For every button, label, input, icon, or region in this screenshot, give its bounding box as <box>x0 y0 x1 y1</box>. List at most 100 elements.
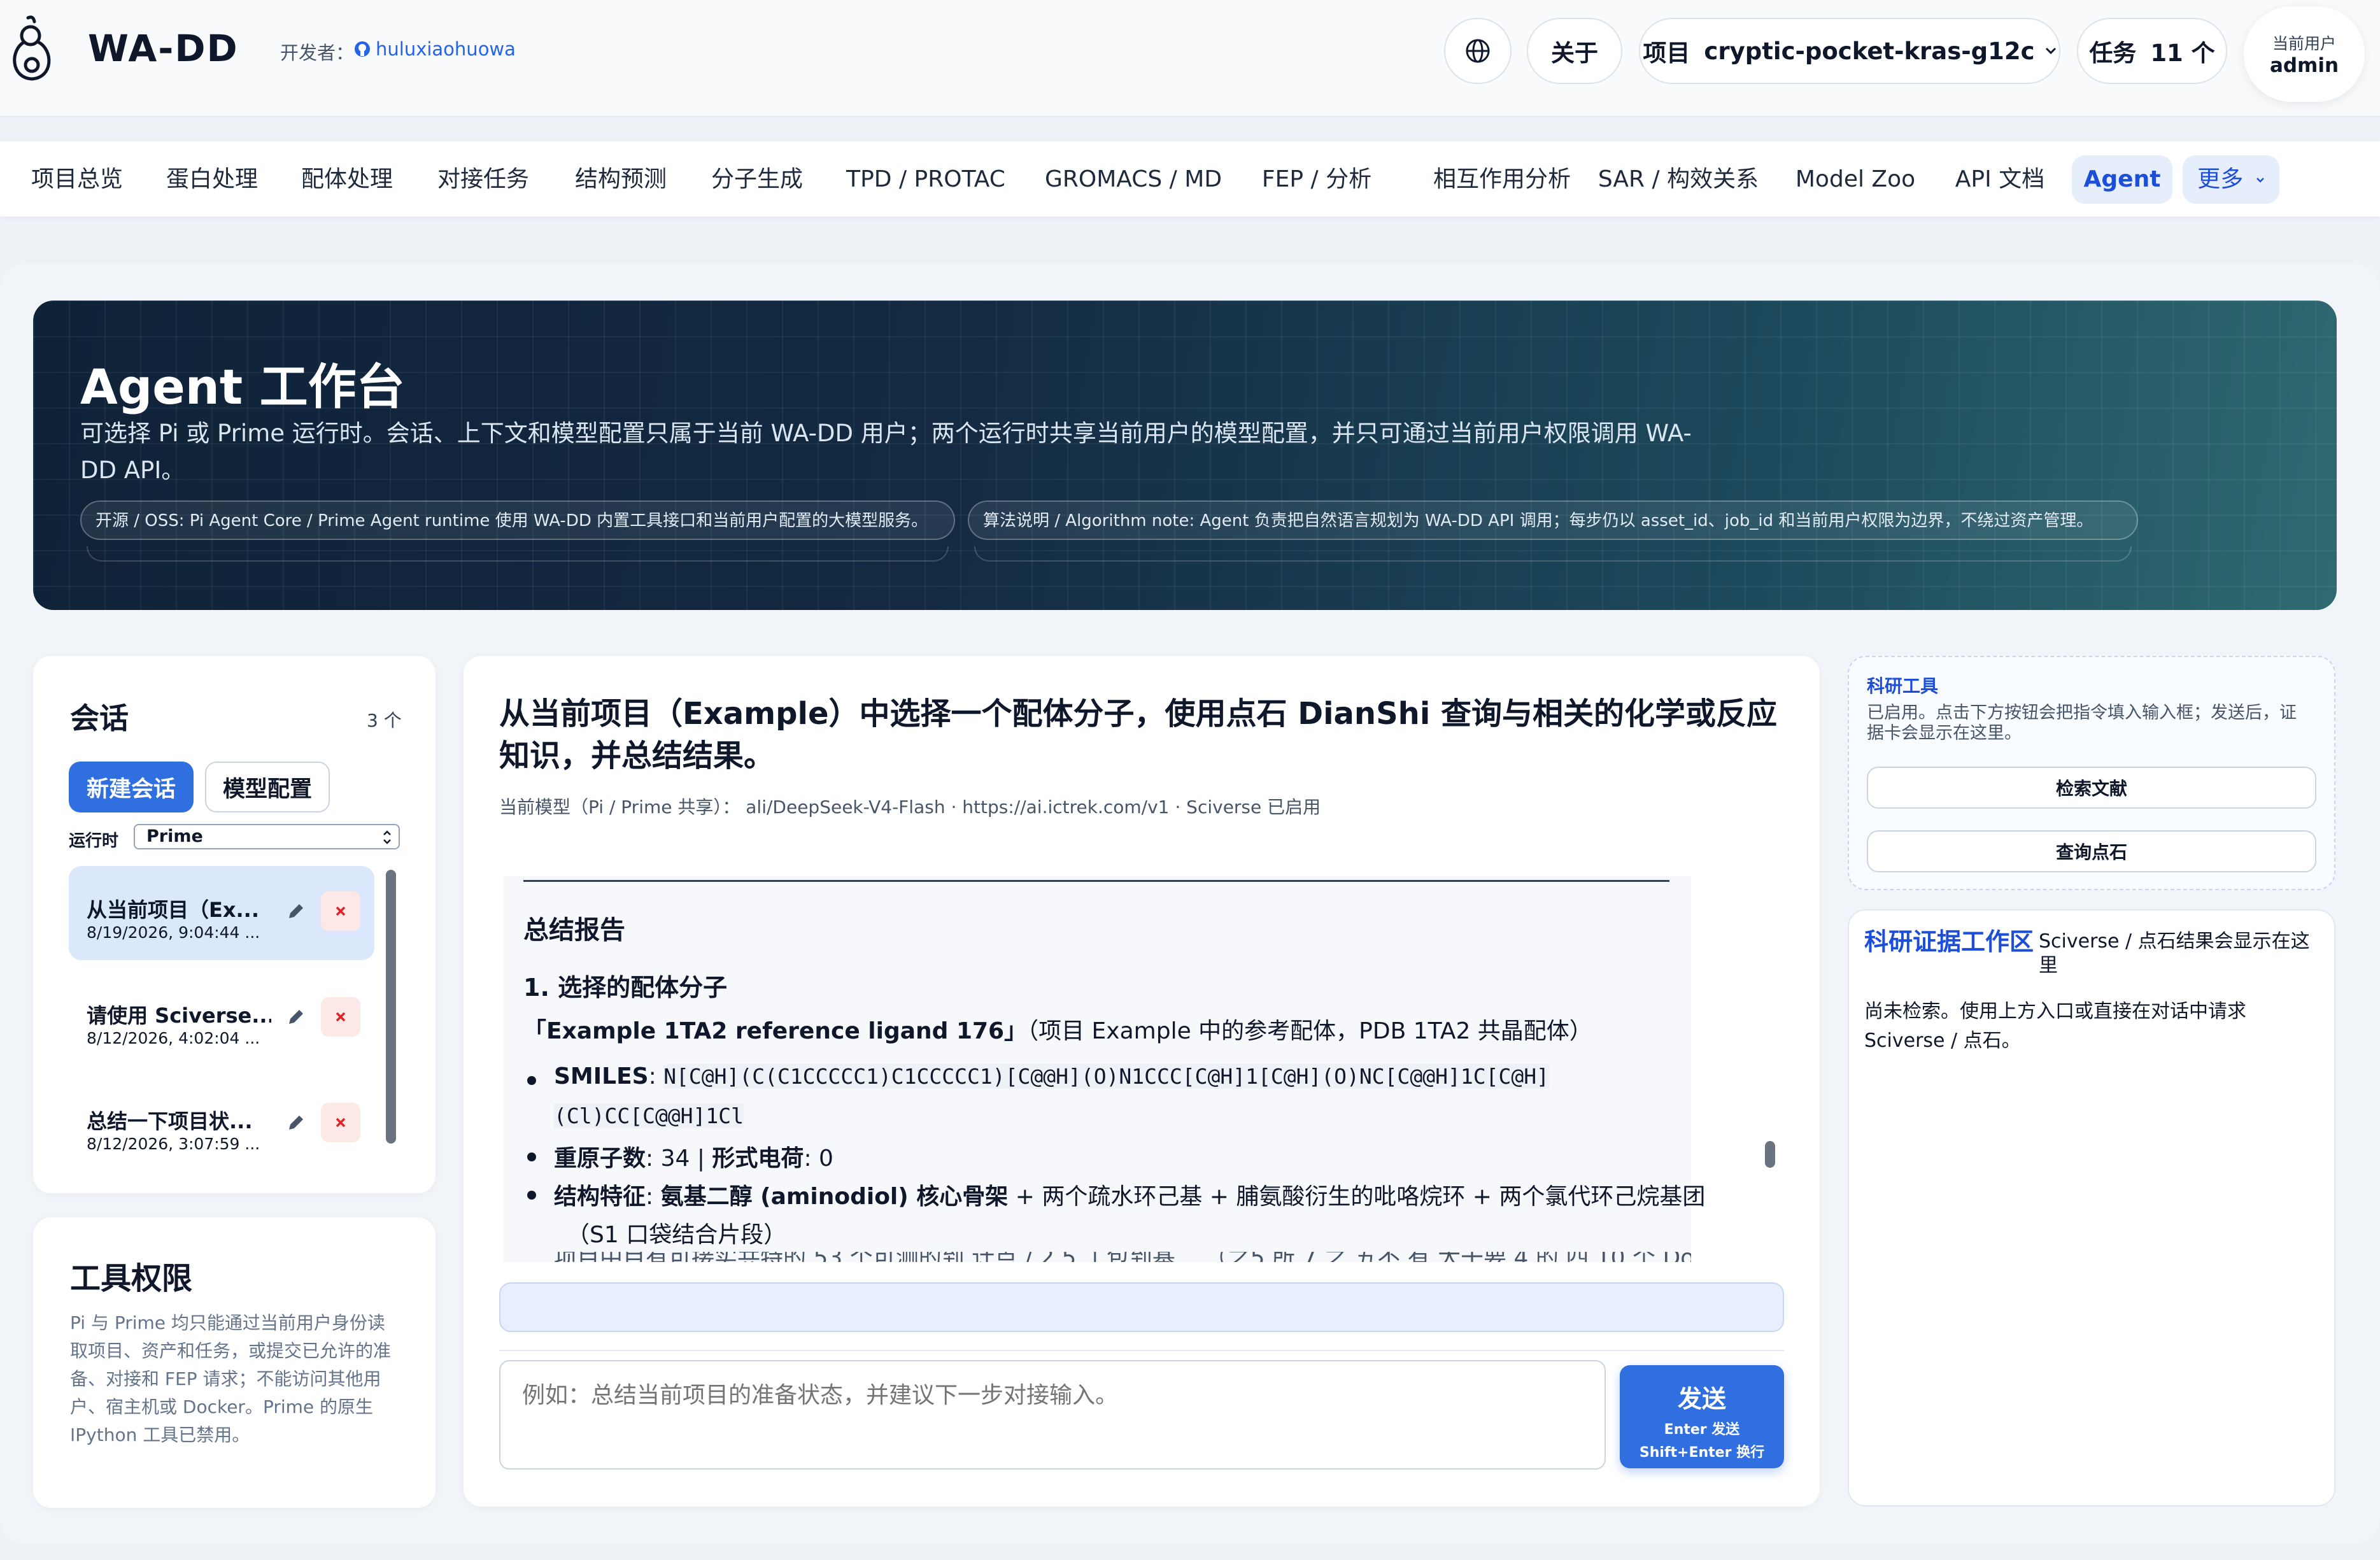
close-icon <box>334 905 347 918</box>
bullet <box>527 1191 536 1200</box>
search-literature-button[interactable]: 检索文献 <box>1867 767 2316 809</box>
brand-logo[interactable]: WA-DD <box>88 27 260 71</box>
bullet <box>527 1076 536 1085</box>
pencil-icon[interactable] <box>283 1110 308 1136</box>
query-dianshi-button[interactable]: 查询点石 <box>1867 830 2316 872</box>
feature-line-cont: （S1 口袋结合片段） <box>567 1222 787 1248</box>
nav-item-gromacs-md[interactable]: GROMACS / MD <box>1043 155 1224 204</box>
project-label: 项目 <box>1643 39 1690 67</box>
nav-item-model-zoo[interactable]: Model Zoo <box>1793 155 1918 204</box>
oss-note-chip: 开源 / OSS: Pi Agent Core / Prime Agent ru… <box>80 500 955 540</box>
session-item[interactable]: 总结一下项目状... 8/12/2026, 3:07:59 ... <box>69 1077 374 1160</box>
session-date: 8/12/2026, 4:02:04 ... <box>87 1029 260 1047</box>
new-session-button[interactable]: 新建会话 <box>69 762 194 812</box>
select-updown-icon <box>382 829 392 846</box>
github-icon <box>354 41 371 57</box>
chevron-down-icon <box>2256 177 2265 183</box>
page-title: Agent 工作台 <box>80 358 405 415</box>
bullet <box>527 1152 536 1161</box>
session-item[interactable]: 请使用 Sciverse... 8/12/2026, 4:02:04 ... <box>69 972 374 1066</box>
runtime-select[interactable]: Prime <box>134 824 400 849</box>
report-section-title: 1. 选择的配体分子 <box>523 974 728 1002</box>
tasks-count: 11 个 <box>2150 39 2215 67</box>
nav-item-tpd-protac[interactable]: TPD / PROTAC <box>844 155 1007 204</box>
globe-icon <box>1464 38 1491 64</box>
svg-text:WA-DD: WA-DD <box>88 27 239 70</box>
gourd-logo-icon[interactable] <box>6 14 59 84</box>
pencil-icon[interactable] <box>283 899 308 925</box>
send-label: 发送 <box>1677 1385 1726 1413</box>
status-bar <box>499 1282 1784 1332</box>
research-tools-title: 科研工具 <box>1867 676 1939 697</box>
model-config-button[interactable]: 模型配置 <box>205 762 330 812</box>
nav-item-docking[interactable]: 对接任务 <box>434 155 532 204</box>
language-button[interactable] <box>1444 18 1512 84</box>
delete-session-button[interactable] <box>321 997 360 1037</box>
nav-item-agent[interactable]: Agent <box>2072 155 2172 204</box>
user-label: 当前用户 <box>2272 34 2336 53</box>
ligand-line: 「Example 1TA2 reference ligand 176」（项目 E… <box>523 1018 1592 1044</box>
nav-item-api-docs[interactable]: API 文档 <box>1952 155 2048 204</box>
composer-divider <box>499 1350 1784 1351</box>
smiles-line-cont: (Cl)CC[C@@H]1Cl <box>554 1103 744 1128</box>
current-user-chip[interactable]: 当前用户 admin <box>2244 6 2365 102</box>
atoms-line: 重原子数: 34 | 形式电荷: 0 <box>554 1145 833 1172</box>
about-button[interactable]: 关于 <box>1527 18 1622 84</box>
evidence-note: Sciverse / 点石结果会显示在这里 <box>2039 930 2310 977</box>
chat-title: 从当前项目（Example）中选择一个配体分子，使用点石 DianShi 查询与… <box>499 696 1778 774</box>
report-divider <box>523 880 1669 882</box>
nav-item-ligand[interactable]: 配体处理 <box>298 155 396 204</box>
developer-label: 开发者： <box>280 42 355 64</box>
send-button[interactable]: 发送 Enter 发送 Shift+Enter 换行 <box>1620 1365 1784 1468</box>
session-item[interactable]: 从当前项目（Ex... 8/19/2026, 9:04:44 ... <box>69 866 374 960</box>
hero-description: 可选择 Pi 或 Prime 运行时。会话、上下文和模型配置只属于当前 WA-D… <box>80 420 1692 484</box>
runtime-label: 运行时 <box>69 832 119 851</box>
send-hint-enter: Enter 发送 <box>1664 1422 1740 1438</box>
delete-session-button[interactable] <box>321 891 360 931</box>
nav-item-sar[interactable]: SAR / 构效关系 <box>1593 155 1764 204</box>
model-info: 当前模型（Pi / Prime 共享）： ali/DeepSeek-V4-Fla… <box>499 797 1321 818</box>
nav-item-fep-analysis[interactable]: FEP / 分析 <box>1259 155 1374 204</box>
pencil-icon[interactable] <box>283 1005 308 1030</box>
session-date: 8/12/2026, 3:07:59 ... <box>87 1135 260 1153</box>
algorithm-note-chip-edge <box>974 546 2132 562</box>
nav-item-protein[interactable]: 蛋白处理 <box>163 155 261 204</box>
smiles-line: SMILES: N[C@H](C(C1CCCCC1)C1CCCCC1)[C@@H… <box>554 1063 1549 1089</box>
tasks-label: 任务 <box>2089 39 2137 67</box>
nav-item-overview[interactable]: 项目总览 <box>28 155 126 204</box>
project-selector[interactable]: 项目 cryptic-pocket-kras-g12c <box>1639 18 2060 84</box>
close-icon <box>334 1010 347 1023</box>
sessions-count: 3 个 <box>367 710 402 731</box>
chevron-down-icon <box>2045 47 2057 55</box>
delete-session-button[interactable] <box>321 1103 360 1142</box>
message-scrollbar[interactable] <box>1765 1141 1775 1168</box>
runtime-value: Prime <box>146 826 203 846</box>
nav-item-molecule-generation[interactable]: 分子生成 <box>708 155 806 204</box>
nav-item-interaction-analysis[interactable]: 相互作用分析 <box>1408 155 1596 204</box>
user-name: admin <box>2269 54 2339 77</box>
nav-item-structure-prediction[interactable]: 结构预测 <box>572 155 670 204</box>
tool-permissions-body: Pi 与 Prime 均只能通过当前用户身份读取项目、资产和任务，或提交已允许的… <box>70 1312 392 1445</box>
session-title: 从当前项目（Ex... <box>87 898 259 922</box>
tool-permissions-title: 工具权限 <box>70 1261 193 1296</box>
session-date: 8/19/2026, 9:04:44 ... <box>87 923 260 942</box>
close-icon <box>334 1116 347 1129</box>
sessions-title: 会话 <box>70 701 129 735</box>
developer-name: huluxiaohuowa <box>376 38 516 60</box>
send-hint-shift-enter: Shift+Enter 换行 <box>1639 1445 1765 1461</box>
project-name: cryptic-pocket-kras-g12c <box>1704 37 2035 65</box>
message-input[interactable] <box>499 1360 1606 1470</box>
oss-note-chip-edge <box>87 546 949 562</box>
tasks-button[interactable]: 任务 11 个 <box>2077 18 2227 84</box>
research-tools-body: 已启用。点击下方按钮会把指令填入输入框；发送后，证据卡会显示在这里。 <box>1867 703 2297 743</box>
nav-item-more[interactable]: 更多 <box>2183 155 2279 204</box>
evidence-title: 科研证据工作区 <box>1864 928 2034 956</box>
session-title: 请使用 Sciverse... <box>87 1003 271 1028</box>
feature-line: 结构特征: 氨基二醇 (aminodiol) 核心骨架 + 两个疏水环己基 + … <box>554 1184 1706 1210</box>
evidence-body: 尚未检索。使用上方入口或直接在对话中请求 Sciverse / 点石。 <box>1864 1000 2246 1052</box>
session-title: 总结一下项目状... <box>87 1109 253 1133</box>
cut-off-line: 项目中目有可接实共特的 53 个可测的到 计点 / 2.5 工包到基 ...（之… <box>503 1252 1691 1262</box>
developer-link[interactable]: huluxiaohuowa <box>354 38 516 60</box>
sessions-scrollbar[interactable] <box>386 870 396 1144</box>
algorithm-note-chip: 算法说明 / Algorithm note: Agent 负责把自然语言规划为 … <box>968 500 2138 540</box>
